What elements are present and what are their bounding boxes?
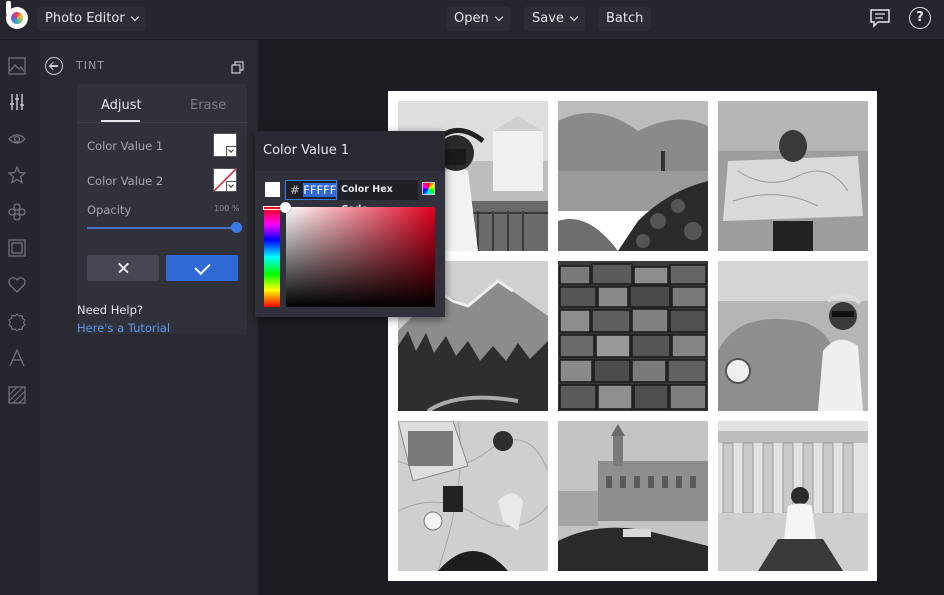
color-palette-icon[interactable] [422,182,435,195]
tutorial-link[interactable]: Here's a Tutorial [77,321,170,335]
man-at-ruins-photo[interactable] [718,421,868,571]
color-picker-popup: Color Value 1 # FFFFF Color Hex Code [255,131,445,317]
panel-title: TINT [76,59,105,72]
stacked-suitcases-photo[interactable] [558,261,708,411]
tab-adjust[interactable]: Adjust [101,98,142,113]
tab-erase[interactable]: Erase [190,98,226,113]
divider [77,122,247,123]
color-value-1-label: Color Value 1 [87,139,164,153]
chevron-down-icon [130,12,139,22]
woman-on-vintage-car-photo[interactable] [718,261,868,411]
opacity-label: Opacity [87,203,132,217]
map-laptop-flatlay-photo[interactable] [398,421,548,571]
chat-icon[interactable] [869,7,891,29]
hex-value: FFFFF [303,183,337,197]
text-icon[interactable] [8,348,26,367]
havana-street-photo[interactable] [558,421,708,571]
shapes-icon[interactable] [8,203,26,221]
opacity-value: 100 % [214,204,240,213]
tint-settings-card: Adjust Erase Color Value 1 Color Value 2… [77,84,247,334]
hex-input[interactable]: # FFFFF [285,180,337,200]
chevron-down-icon [494,12,503,22]
cancel-button[interactable] [87,255,159,281]
frame-icon[interactable] [8,239,26,257]
eye-icon[interactable] [8,130,26,148]
hex-tooltip: Color Hex Code [338,180,418,215]
chevron-down-icon [226,181,236,191]
save-menu-button[interactable]: Save [524,7,585,31]
color-picker-header: Color Value 1 [255,131,445,171]
back-arrow-icon[interactable] [45,57,63,75]
hue-slider-handle[interactable] [263,206,281,210]
save-label: Save [532,11,564,26]
tint-panel: TINT Adjust Erase Color Value 1 Color Va… [40,40,258,595]
color-value-1-swatch[interactable] [213,133,237,157]
color-value-2-swatch[interactable] [213,168,237,192]
hue-slider[interactable] [264,207,280,307]
app-logo[interactable] [6,1,28,29]
opacity-slider-thumb[interactable] [231,222,242,233]
rocky-coast-lighthouse-photo[interactable] [558,101,708,251]
hex-prefix: # [290,183,300,197]
apply-button[interactable] [166,255,238,281]
badge-icon[interactable] [8,313,26,332]
photo-editor-label: Photo Editor [45,11,125,26]
help-icon[interactable]: ? [909,7,931,29]
image-icon[interactable] [8,57,26,75]
open-menu-button[interactable]: Open [446,7,510,31]
copy-icon[interactable] [231,59,244,74]
saturation-value-handle[interactable] [280,202,291,213]
texture-icon[interactable] [8,386,26,404]
color-picker-title: Color Value 1 [263,143,350,158]
tool-rail [0,40,40,595]
chevron-down-icon [226,146,236,156]
photo-editor-menu[interactable]: Photo Editor [37,7,146,31]
chevron-down-icon [569,12,579,22]
collage-canvas[interactable] [388,91,877,581]
heart-icon[interactable] [8,276,26,294]
open-label: Open [454,11,489,26]
batch-button[interactable]: Batch [598,7,652,31]
sliders-icon[interactable] [8,93,26,111]
star-icon[interactable] [7,165,27,184]
woman-reading-map-photo[interactable] [718,101,868,251]
top-bar: Photo Editor Open Save Batch ? [0,0,944,40]
current-color-swatch [265,182,280,197]
saturation-value-field[interactable] [286,207,435,307]
batch-label: Batch [606,11,644,26]
opacity-slider-track[interactable] [87,227,237,229]
color-value-2-label: Color Value 2 [87,174,164,188]
help-title: Need Help? [77,303,144,317]
